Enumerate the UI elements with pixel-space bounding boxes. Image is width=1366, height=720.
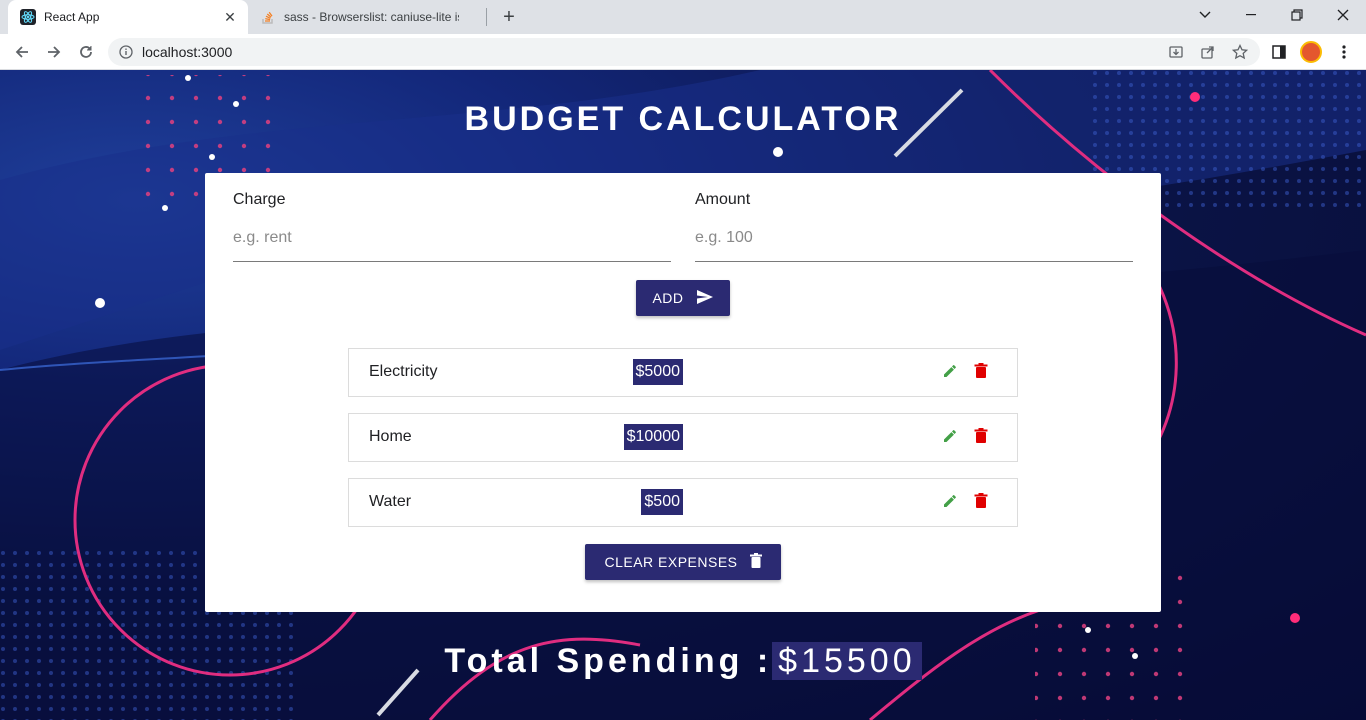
tab-title: sass - Browserslist: caniuse-lite is: [284, 10, 459, 24]
stackoverflow-icon: [260, 9, 276, 25]
new-tab-icon[interactable]: +: [498, 6, 520, 28]
add-button-label: ADD: [652, 290, 684, 306]
back-arrow-icon[interactable]: [8, 38, 36, 66]
budget-form-card: Charge Amount ADD Electricity $5000: [205, 173, 1161, 612]
total-spending: Total Spending : $15500: [0, 642, 1366, 681]
reload-icon[interactable]: [72, 38, 100, 66]
close-icon[interactable]: [459, 9, 475, 25]
share-icon[interactable]: [1196, 40, 1220, 64]
clear-button-label: CLEAR EXPENSES: [604, 554, 738, 570]
edit-icon[interactable]: [939, 360, 961, 382]
charge-label: Charge: [233, 191, 286, 208]
edit-icon[interactable]: [939, 490, 961, 512]
side-panel-icon[interactable]: [1265, 38, 1293, 66]
trash-icon: [749, 553, 762, 571]
list-item: Electricity $5000: [348, 348, 1018, 397]
amount-field: Amount: [695, 191, 1133, 262]
page-title: BUDGET CALCULATOR: [464, 100, 902, 138]
browser-tabstrip: React App ✕ sass - Browserslist: caniuse…: [0, 0, 1366, 34]
info-icon[interactable]: [118, 44, 134, 60]
tab-separator: [486, 8, 487, 26]
expense-list: Electricity $5000 Home $10000 Water $500: [348, 348, 1018, 543]
tab-search-icon[interactable]: [1182, 0, 1228, 30]
edit-icon[interactable]: [939, 425, 961, 447]
minimize-icon[interactable]: [1228, 0, 1274, 30]
list-item: Water $500: [348, 478, 1018, 527]
expense-amount: $5000: [632, 359, 683, 385]
expense-amount: $10000: [623, 424, 683, 450]
delete-icon[interactable]: [970, 490, 992, 512]
expense-charge: Electricity: [369, 363, 438, 380]
expense-charge: Water: [369, 493, 412, 510]
clear-expenses-button[interactable]: CLEAR EXPENSES: [585, 544, 781, 580]
bookmark-star-icon[interactable]: [1228, 40, 1252, 64]
tab-sass-question[interactable]: sass - Browserslist: caniuse-lite is: [250, 0, 485, 34]
app-page: BUDGET CALCULATOR Charge Amount ADD Elec…: [0, 70, 1366, 720]
add-button[interactable]: ADD: [636, 280, 730, 316]
window-close-icon[interactable]: [1320, 0, 1366, 30]
menu-kebab-icon[interactable]: [1330, 38, 1358, 66]
address-text: localhost:3000: [142, 44, 233, 60]
total-amount: $15500: [772, 642, 922, 680]
address-bar[interactable]: localhost:3000: [108, 38, 1260, 66]
amount-input[interactable]: [695, 223, 1133, 262]
browser-toolbar: localhost:3000: [0, 34, 1366, 70]
expense-charge: Home: [369, 428, 412, 445]
close-icon[interactable]: ✕: [222, 9, 238, 25]
charge-field: Charge: [233, 191, 671, 262]
delete-icon[interactable]: [970, 360, 992, 382]
list-item: Home $10000: [348, 413, 1018, 462]
charge-input[interactable]: [233, 223, 671, 262]
forward-arrow-icon[interactable]: [40, 38, 68, 66]
react-icon: [20, 9, 36, 25]
install-icon[interactable]: [1164, 40, 1188, 64]
restore-icon[interactable]: [1274, 0, 1320, 30]
tab-title: React App: [44, 10, 100, 24]
avatar: [1300, 41, 1322, 63]
expense-amount: $500: [641, 489, 683, 515]
amount-label: Amount: [695, 191, 751, 208]
delete-icon[interactable]: [970, 425, 992, 447]
tab-react-app[interactable]: React App ✕: [8, 0, 248, 34]
total-label: Total Spending :: [444, 642, 773, 680]
send-icon: [696, 289, 714, 308]
profile-avatar[interactable]: [1297, 38, 1325, 66]
